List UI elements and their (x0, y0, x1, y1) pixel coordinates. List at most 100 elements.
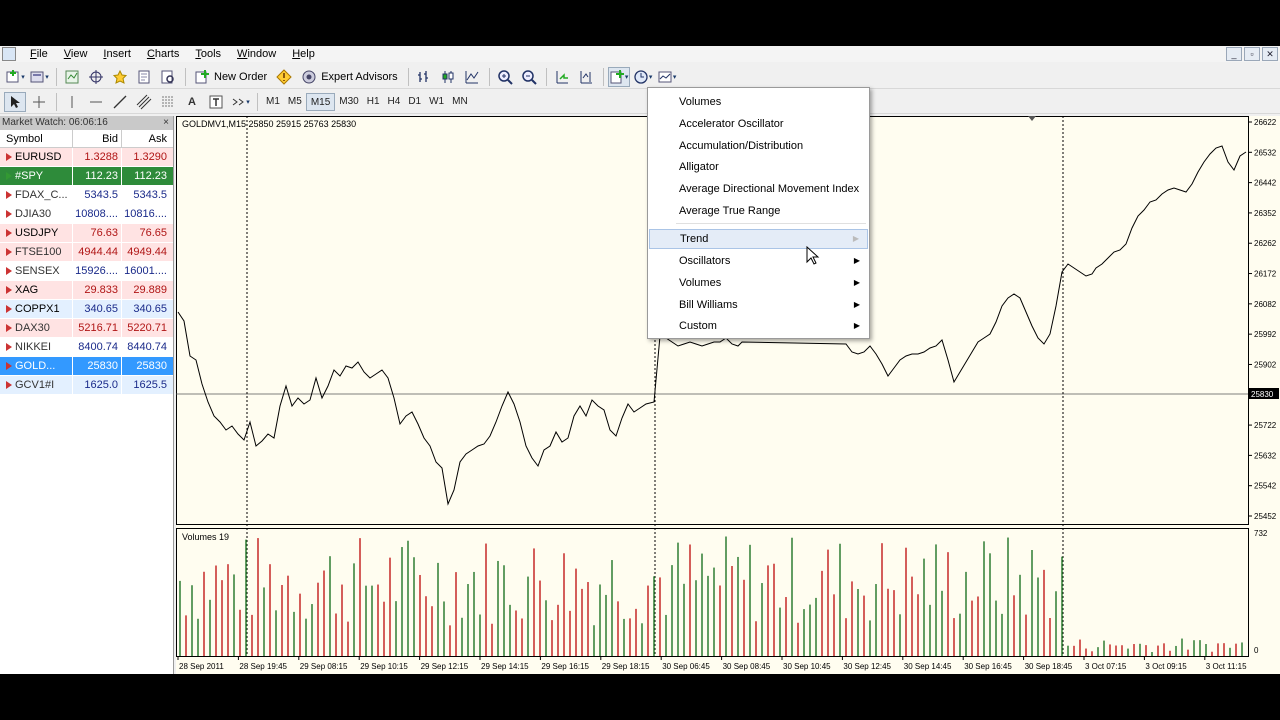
market-watch-row[interactable]: GOLD... 25830 25830 (0, 357, 173, 376)
price-down-icon (6, 191, 12, 199)
indicator-menu-item[interactable]: Accelerator Oscillator (649, 114, 868, 134)
symbol-cell: NIKKEI (0, 338, 72, 356)
symbol-name: DJIA30 (15, 208, 52, 220)
price-down-icon (6, 381, 12, 389)
text-tool-button[interactable]: A (181, 92, 203, 112)
crosshair-tool-button[interactable] (28, 92, 50, 112)
chart-shift-button[interactable] (575, 67, 597, 87)
market-watch-row[interactable]: USDJPY 76.63 76.65 (0, 224, 173, 243)
timeframe-mn[interactable]: MN (448, 93, 472, 111)
market-watch-row[interactable]: DJIA30 10808.... 10816.... (0, 205, 173, 224)
column-ask[interactable]: Ask (121, 130, 170, 147)
market-watch-row[interactable]: FDAX_C... 5343.5 5343.5 (0, 186, 173, 205)
bar-chart-button[interactable] (413, 67, 435, 87)
horizontal-line-button[interactable] (85, 92, 107, 112)
menu-help[interactable]: Help (284, 46, 323, 62)
fibonacci-button[interactable] (157, 92, 179, 112)
expert-advisors-label: Expert Advisors (321, 70, 398, 83)
zoom-in-button[interactable] (494, 67, 516, 87)
price-tick-label: 26082 (1254, 300, 1277, 309)
expert-advisors-button[interactable]: Expert Advisors (297, 67, 401, 87)
market-watch-row[interactable]: XAG 29.833 29.889 (0, 281, 173, 300)
market-watch-row[interactable]: EURUSD 1.3288 1.3290 (0, 148, 173, 167)
templates-button[interactable]: ▾ (656, 67, 678, 87)
app-icon[interactable] (2, 47, 16, 61)
symbol-cell: DJIA30 (0, 205, 72, 223)
indicators-menu: Volumes Accelerator Oscillator Accumulatio… (647, 87, 870, 339)
equidistant-channel-button[interactable] (133, 92, 155, 112)
profiles-button[interactable]: ▾ (28, 67, 50, 87)
ask-cell: 25830 (121, 357, 170, 375)
indicator-menu-item[interactable]: Average Directional Movement Index (649, 179, 868, 199)
timeframe-h4[interactable]: H4 (384, 93, 405, 111)
market-watch-row[interactable]: COPPX1 340.65 340.65 (0, 300, 173, 319)
price-down-icon (6, 305, 12, 313)
indicator-menu-item[interactable]: Trend ▶ (649, 229, 868, 249)
time-tick-label: 29 Sep 10:15 (360, 662, 408, 671)
navigator-button[interactable] (109, 67, 131, 87)
new-chart-button[interactable]: ▾ (4, 67, 26, 87)
fibonacci-icon (162, 96, 174, 106)
vertical-line-button[interactable] (61, 92, 83, 112)
indicator-menu-label: Alligator (679, 161, 719, 173)
close-button[interactable]: ✕ (1262, 47, 1278, 61)
letterbox-bottom (0, 674, 1280, 720)
arrows-button[interactable]: ▾ (229, 92, 251, 112)
crosshair-move-icon (89, 69, 103, 84)
indicators-button[interactable]: ▾ (607, 66, 630, 87)
metaeditor-button[interactable] (273, 67, 295, 87)
timeframe-d1[interactable]: D1 (404, 93, 425, 111)
menu-tools[interactable]: Tools (187, 46, 229, 62)
timeframe-m5[interactable]: M5 (284, 93, 306, 111)
indicator-menu-item[interactable]: Average True Range (649, 201, 868, 221)
timeframe-m15[interactable]: M15 (305, 92, 336, 111)
market-watch-row[interactable]: FTSE100 4944.44 4949.44 (0, 243, 173, 262)
indicator-menu-item[interactable]: Custom ▶ (649, 316, 868, 336)
price-down-icon (6, 267, 12, 275)
column-symbol[interactable]: Symbol (0, 130, 72, 147)
indicator-menu-item[interactable]: Alligator (649, 157, 868, 177)
market-watch-row[interactable]: NIKKEI 8400.74 8440.74 (0, 338, 173, 357)
menu-charts[interactable]: Charts (139, 46, 187, 62)
column-bid[interactable]: Bid (72, 130, 121, 147)
timeframe-w1[interactable]: W1 (425, 93, 448, 111)
restore-button[interactable]: ▫ (1244, 47, 1260, 61)
indicator-menu-item[interactable]: Accumulation/Distribution (649, 136, 868, 156)
market-watch-row[interactable]: #SPY 112.23 112.23 (0, 167, 173, 186)
text-label-button[interactable] (205, 92, 227, 112)
timeframe-m30[interactable]: M30 (335, 93, 362, 111)
new-order-button[interactable]: New Order (190, 67, 271, 87)
menu-file[interactable]: File (22, 46, 56, 62)
indicator-menu-item[interactable]: Bill Williams ▶ (649, 295, 868, 315)
navigator-star-icon (112, 69, 128, 84)
market-watch-row[interactable]: DAX30 5216.71 5220.71 (0, 319, 173, 338)
timeframe-m1[interactable]: M1 (262, 93, 284, 111)
cursor-tool-button[interactable] (4, 91, 26, 112)
line-chart-button[interactable] (461, 67, 483, 87)
market-watch-row[interactable]: GCV1#I 1625.0 1625.5 (0, 376, 173, 395)
timeframe-h1[interactable]: H1 (363, 93, 384, 111)
text-a-icon: A (188, 95, 196, 108)
indicator-menu-item[interactable]: Oscillators ▶ (649, 251, 868, 271)
strategy-tester-button[interactable] (157, 67, 179, 87)
bid-cell: 5343.5 (72, 186, 121, 204)
terminal-button[interactable] (133, 67, 155, 87)
trendline-button[interactable] (109, 92, 131, 112)
menu-insert[interactable]: Insert (95, 46, 139, 62)
candlestick-button[interactable] (437, 67, 459, 87)
menu-window[interactable]: Window (229, 46, 284, 62)
price-down-icon (6, 248, 12, 256)
indicator-menu-item[interactable]: Volumes ▶ (649, 273, 868, 293)
data-window-button[interactable] (85, 67, 107, 87)
minimize-button[interactable]: _ (1226, 47, 1242, 61)
indicator-menu-item[interactable]: Volumes (649, 92, 868, 112)
arrows-icon (232, 98, 245, 105)
market-watch-row[interactable]: SENSEX 15926.... 16001.... (0, 262, 173, 281)
periodicity-button[interactable]: ▾ (632, 67, 654, 87)
menu-view[interactable]: View (56, 46, 96, 62)
market-watch-button[interactable] (61, 67, 83, 87)
auto-scroll-button[interactable] (551, 67, 573, 87)
close-icon[interactable]: × (163, 116, 169, 130)
zoom-out-button[interactable] (518, 67, 540, 87)
indicator-menu-label: Volumes (679, 277, 722, 289)
